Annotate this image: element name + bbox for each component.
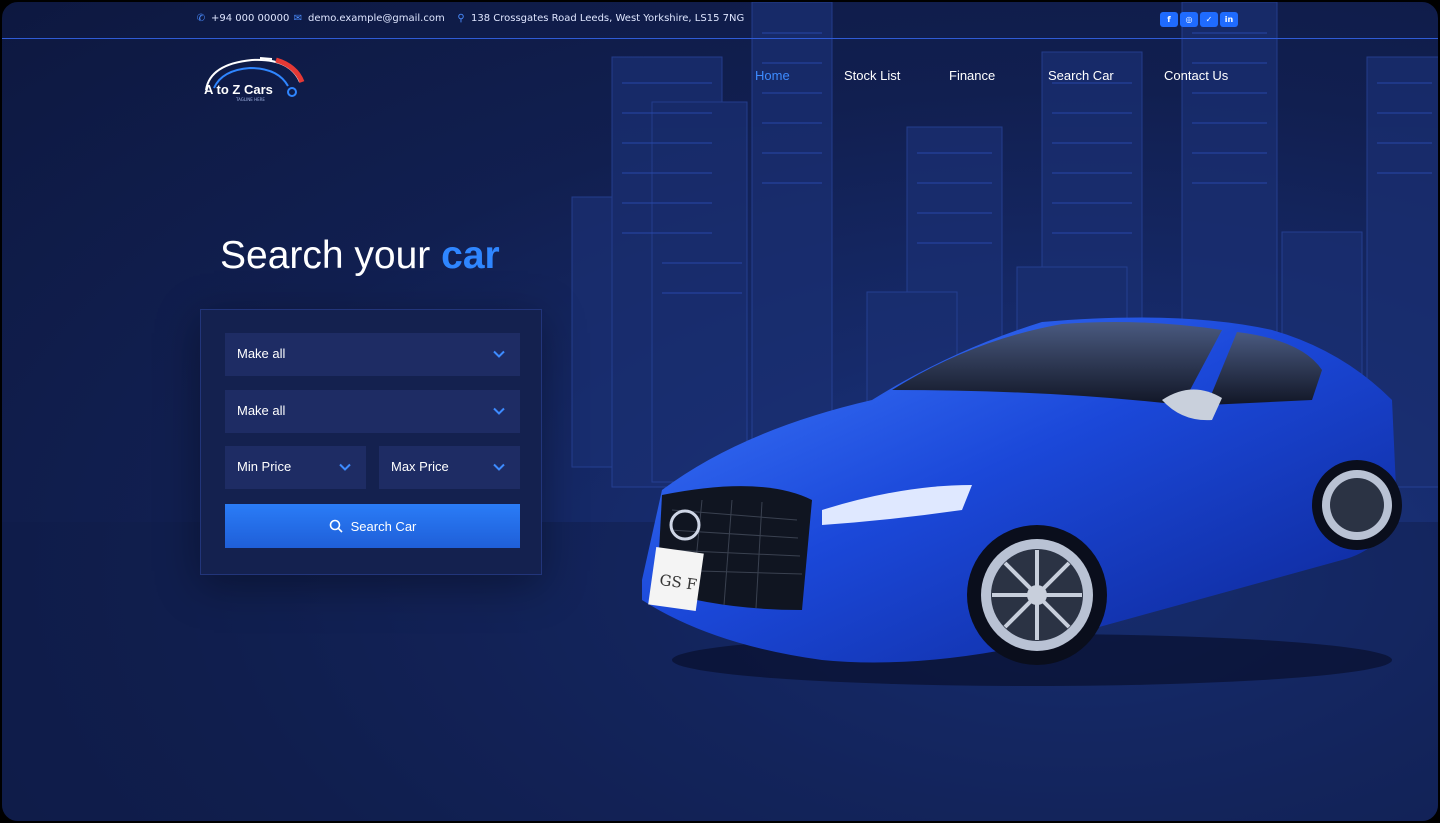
make-select[interactable]: Make all	[225, 333, 520, 376]
nav-search-car[interactable]: Search Car	[1048, 68, 1114, 83]
search-car-button[interactable]: Search Car	[225, 504, 520, 548]
model-select-value: Make all	[237, 403, 286, 418]
facebook-icon[interactable]: f	[1160, 12, 1178, 27]
phone-contact[interactable]: ✆ +94 000 00000	[196, 13, 290, 24]
nav-finance[interactable]: Finance	[949, 68, 995, 83]
hero-title: Search your car	[220, 234, 500, 278]
brand-tagline: TAGLINE HERE	[236, 97, 265, 102]
chevron-down-icon	[493, 350, 505, 358]
model-select[interactable]: Make all	[225, 390, 520, 433]
nav-contact-us[interactable]: Contact Us	[1164, 68, 1228, 83]
hero-title-accent: car	[441, 234, 500, 277]
twitter-icon[interactable]: ✓	[1200, 12, 1218, 27]
brand-name: A to Z Cars	[204, 82, 273, 97]
street-address: 138 Crossgates Road Leeds, West Yorkshir…	[471, 13, 745, 24]
location-pin-icon: ⚲	[457, 13, 465, 24]
min-price-value: Min Price	[237, 459, 292, 474]
instagram-icon[interactable]: ◎	[1180, 12, 1198, 27]
max-price-value: Max Price	[391, 459, 449, 474]
nav-stock-list[interactable]: Stock List	[844, 68, 900, 83]
phone-icon: ✆	[196, 13, 206, 24]
chevron-down-icon	[493, 463, 505, 471]
search-icon	[329, 519, 343, 533]
nav-home[interactable]: Home	[755, 68, 790, 83]
email-contact[interactable]: ✉ demo.example@gmail.com	[293, 13, 445, 24]
chevron-down-icon	[339, 463, 351, 471]
address-contact: ⚲ 138 Crossgates Road Leeds, West Yorksh…	[456, 13, 744, 24]
chevron-down-icon	[493, 407, 505, 415]
page-frame: ✆ +94 000 00000 ✉ demo.example@gmail.com…	[0, 0, 1440, 823]
linkedin-icon[interactable]: in	[1220, 12, 1238, 27]
search-car-button-label: Search Car	[350, 518, 417, 534]
car-search-panel: Make all Make all Min Price Max Price Se…	[200, 309, 542, 575]
hero-title-prefix: Search your	[220, 234, 431, 277]
phone-number: +94 000 00000	[211, 13, 290, 24]
max-price-select[interactable]: Max Price	[379, 446, 520, 489]
brand-logo[interactable]: A to Z Cars TAGLINE HERE	[200, 52, 306, 102]
email-address: demo.example@gmail.com	[308, 13, 445, 24]
top-info-bar: ✆ +94 000 00000 ✉ demo.example@gmail.com…	[2, 2, 1438, 39]
min-price-select[interactable]: Min Price	[225, 446, 366, 489]
mail-icon: ✉	[293, 13, 303, 24]
sports-sedan-image: GS F	[642, 317, 1402, 686]
make-select-value: Make all	[237, 346, 286, 361]
